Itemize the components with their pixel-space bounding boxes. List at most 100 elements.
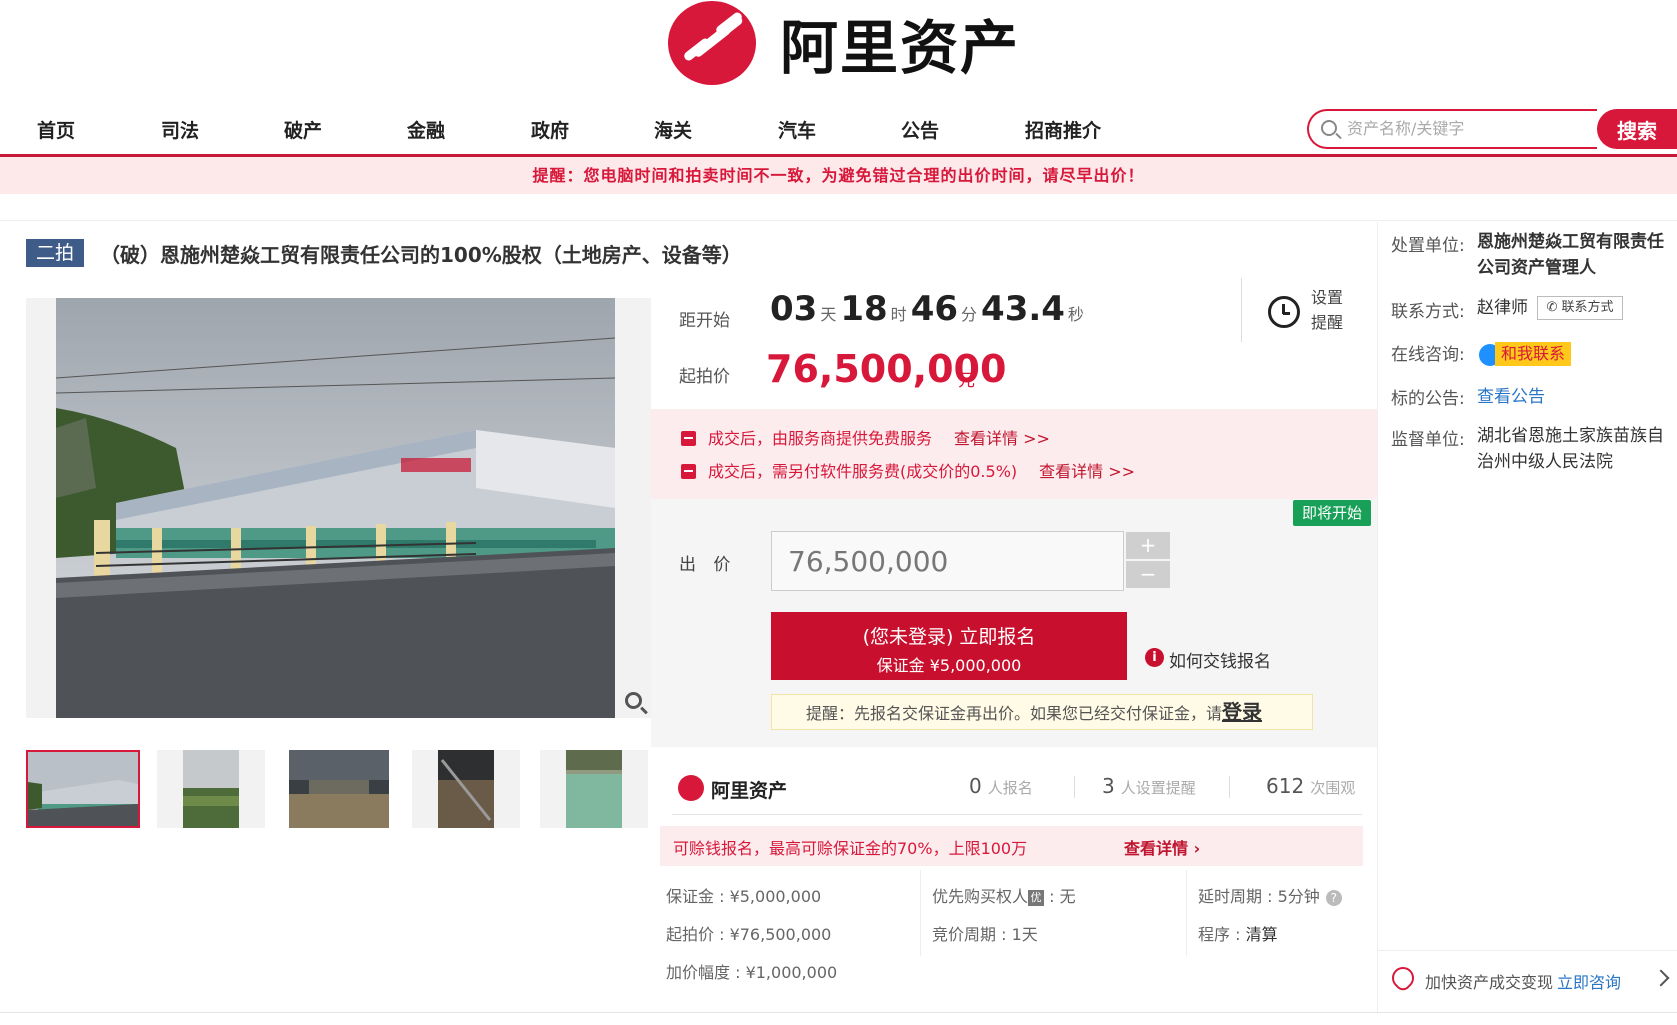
chat-button[interactable]: 和我联系 [1495,342,1571,366]
countdown-unit: 时 [890,305,907,324]
login-tip: 提醒：先报名交保证金再出价。如果您已经交付保证金，请登录 [771,694,1313,730]
deposit-detail: 保证金 : ¥5,000,000 [666,887,822,906]
supervisor-label: 监督单位: [1391,430,1465,450]
signup-count-label: 人报名 [987,779,1033,797]
service-details-link[interactable]: 查看详情 >> [1039,462,1135,481]
service-info-band [651,409,1377,499]
countdown-seconds: 43.4 [981,289,1065,329]
how-to-pay-link[interactable]: 如何交钱报名 [1169,647,1271,672]
consult-text: 加快资产成交变现 立即咨询 [1425,969,1621,993]
nav-item-auto[interactable]: 汽车 [778,116,816,143]
disposal-unit-label: 处置单位: [1391,236,1465,256]
divider [1186,870,1187,956]
login-tip-text: 提醒：先报名交保证金再出价。如果您已经交付保证金，请 [806,704,1223,723]
countdown-days: 03 [770,289,818,329]
reminder-count-value: 3 [1102,774,1115,798]
service-row: 成交后，由服务商提供免费服务 查看详情 >> [681,425,1050,449]
consult-label: 加快资产成交变现 [1425,973,1554,992]
zoom-icon[interactable] [625,692,642,709]
contact-button[interactable]: ✆ 联系方式 [1537,296,1623,320]
cycle-detail: 竞价周期 : 1天 [932,925,1038,944]
status-badge: 即将开始 [1293,500,1371,526]
disposal-unit-value: 恩施州楚焱工贸有限责任公司资产管理人 [1477,232,1664,278]
phone-icon: ✆ [1546,300,1558,315]
alarm-clock-icon[interactable] [1268,296,1300,328]
signup-count: 0 人报名 [969,774,1033,798]
divider [920,870,921,956]
help-icon[interactable]: ? [1325,890,1342,906]
view-notice-link[interactable]: 查看公告 [1477,382,1545,407]
divider [1377,222,1378,1012]
nav-item-home[interactable]: 首页 [37,116,75,143]
supervisor-value: 湖北省恩施土家族苗族自治州中级人民法院 [1477,426,1664,472]
delay-detail: 延时周期 : 5分钟? [1198,883,1342,907]
credit-signup-text: 可赊钱报名，最高可赊保证金的70%，上限100万 [673,839,1028,858]
nav-item-finance[interactable]: 金融 [407,116,445,143]
info-icon: i [1145,648,1164,667]
procedure-label: 程序 : [1198,925,1246,944]
contact-label: 联系方式: [1391,302,1465,322]
signup-button[interactable]: (您未登录) 立即报名 保证金 ¥5,000,000 [771,612,1127,680]
contact-value: 赵律师 [1477,298,1528,318]
credit-details-link[interactable]: 查看详情 › [1124,835,1200,859]
stats-brand: 阿里资产 [711,780,788,802]
online-consult-label: 在线咨询: [1391,345,1465,365]
nav-item-government[interactable]: 政府 [531,116,569,143]
gift-icon [681,464,696,479]
main-photo[interactable] [56,298,615,718]
view-count-value: 612 [1266,774,1305,798]
countdown-unit: 分 [961,305,978,324]
increment-detail: 加价幅度 : ¥1,000,000 [666,963,838,982]
time-warning-banner: 提醒：您电脑时间和拍卖时间不一致，为避免错过合理的出价时间，请尽早出价！ [0,157,1677,194]
start-price-unit: 元 [958,371,975,391]
service-details-link[interactable]: 查看详情 >> [954,429,1050,448]
thumbnail[interactable] [540,750,648,828]
divider [1241,278,1242,342]
countdown-label: 距开始 [679,311,730,331]
notice-label: 标的公告: [1391,389,1465,409]
nav-item-investment[interactable]: 招商推介 [1025,116,1101,143]
credit-details-label: 查看详情 [1124,839,1189,858]
contact-button-label: 联系方式 [1561,300,1614,315]
thumbnail[interactable] [26,750,140,828]
consult-link[interactable]: 立即咨询 [1557,973,1621,992]
gift-icon [681,431,696,446]
nav-item-judicial[interactable]: 司法 [161,116,199,143]
thumbnail[interactable] [157,750,265,828]
countdown-minutes: 46 [910,289,959,329]
bid-label: 出 价 [679,555,737,575]
brand-logo[interactable]: 阿里资产 [668,0,1020,86]
procedure-detail: 程序 : 清算 [1198,921,1278,945]
item-title: （破）恩施州楚焱工贸有限责任公司的100%股权（土地房产、设备等） [100,243,742,267]
view-count: 612 次围观 [1266,774,1355,798]
search-input[interactable] [1347,113,1587,143]
login-link[interactable]: 登录 [1222,700,1262,724]
countdown-unit: 秒 [1067,305,1084,324]
delay-text: 延时周期 : 5分钟 [1198,887,1320,906]
view-count-label: 次围观 [1310,779,1356,797]
nav-item-bankruptcy[interactable]: 破产 [284,116,322,143]
start-price-label: 起拍价 [679,367,730,387]
thumbnail[interactable] [412,750,520,828]
brand-logo-icon [678,775,704,801]
countdown-timer: 03 天 18 时 46 分 43.4 秒 [770,289,1088,329]
bid-amount-input[interactable] [771,531,1124,591]
search-icon [1321,120,1337,136]
countdown-unit: 天 [820,305,837,324]
search-button[interactable]: 搜索 [1597,109,1677,149]
set-reminder-button[interactable]: 设置提醒 [1311,285,1351,335]
nav-item-customs[interactable]: 海关 [654,116,692,143]
divider [0,1012,1677,1013]
increase-bid-button[interactable]: + [1126,532,1170,559]
divider [672,814,1362,815]
start-price-detail: 起拍价 : ¥76,500,000 [666,925,832,944]
decrease-bid-button[interactable]: − [1126,561,1170,588]
priority-badge: 优 [1028,890,1045,906]
logo-mark-icon [668,1,756,85]
reminder-count: 3 人设置提醒 [1102,774,1196,798]
signup-label: (您未登录) 立即报名 [862,626,1036,648]
nav-item-announcement[interactable]: 公告 [901,116,939,143]
thumbnail[interactable] [289,750,389,828]
countdown-hours: 18 [840,289,888,329]
priority-label: 优先购买权人 [932,887,1029,906]
